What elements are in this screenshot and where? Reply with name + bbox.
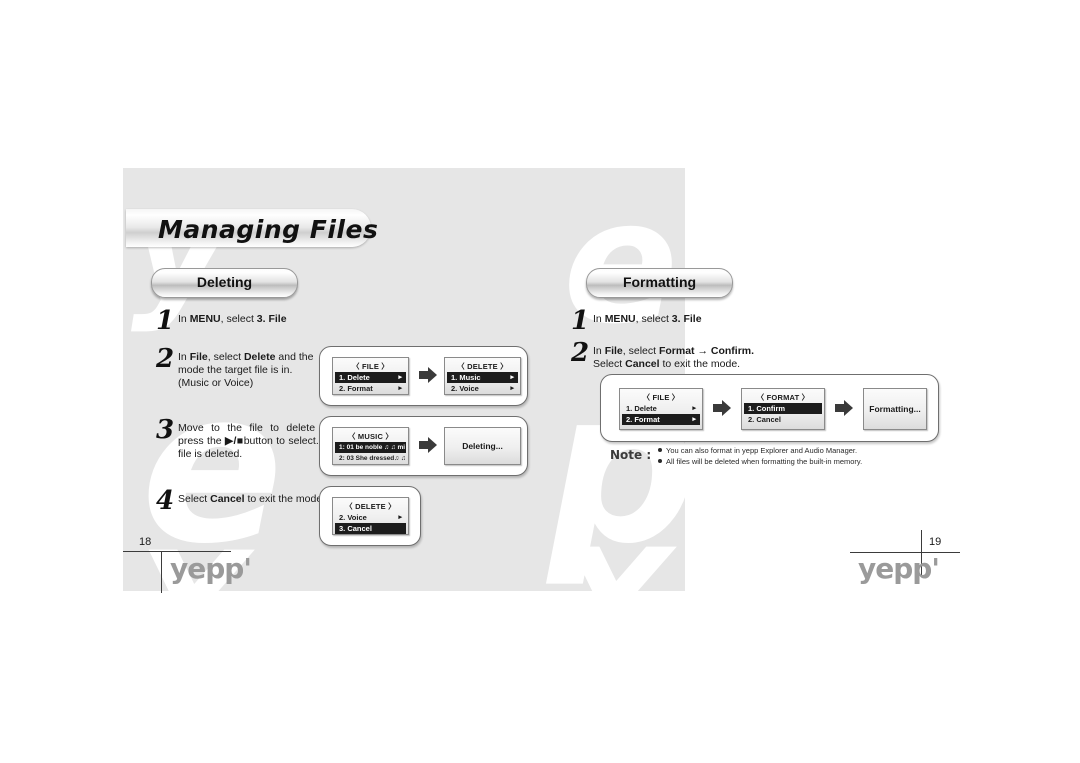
note-item: You can also format in yepp Explorer and… xyxy=(658,445,862,456)
lcd-screen-format: 〈 FORMAT 〉 1. Confirm 2. Cancel xyxy=(741,388,825,430)
lcd-row-label: 1. Music xyxy=(451,373,481,382)
lcd-message: Formatting... xyxy=(869,404,921,414)
lcd-caption: 〈 DELETE 〉 xyxy=(345,502,396,511)
lcd-row: 2. Voice ▸ xyxy=(447,383,518,394)
step-number: 4 xyxy=(156,486,175,516)
lcd-screen-formatting-message: Formatting... xyxy=(863,388,927,430)
step-number: 1 xyxy=(156,306,175,336)
lcd-screen-file: 〈 FILE 〉 1. Delete ▸ 2. Format ▸ xyxy=(619,388,703,430)
footer-rule xyxy=(161,551,162,593)
step-text: In MENU, select 3. File xyxy=(593,313,702,325)
lcd-row-label: 1. Delete xyxy=(626,404,657,413)
lcd-row: 1. Delete ▸ xyxy=(622,403,700,414)
lcd-row-label: 2. Voice xyxy=(451,384,479,393)
chevron-right-icon: ▸ xyxy=(692,416,696,423)
lcd-row: 1. Delete ▸ xyxy=(335,372,406,383)
diagram-delete-cancel: 〈 DELETE 〉 2. Voice ▸ 3. Cancel xyxy=(319,486,421,546)
step-text: In File, select Delete and the mode the … xyxy=(178,351,314,389)
lcd-screen-delete: 〈 DELETE 〉 1. Music ▸ 2. Voice ▸ xyxy=(444,357,521,395)
note-label: Note : xyxy=(610,448,652,462)
lcd-row-label: 2. Format xyxy=(339,384,373,393)
step-text: Select Cancel to exit the mode. xyxy=(178,493,326,505)
lcd-row-label: 1. Delete xyxy=(339,373,370,382)
lcd-caption: 〈 FILE 〉 xyxy=(351,362,390,371)
diagram-format-flow: 〈 FILE 〉 1. Delete ▸ 2. Format ▸ 〈 FORMA… xyxy=(600,374,939,442)
step-number: 1 xyxy=(571,306,590,336)
lcd-row: 2. Format ▸ xyxy=(335,383,406,394)
lcd-screen-delete-cancel: 〈 DELETE 〉 2. Voice ▸ 3. Cancel xyxy=(332,497,409,535)
lcd-row-label: 1. Confirm xyxy=(748,404,786,413)
lcd-row: 2. Format ▸ xyxy=(622,414,700,425)
page-spread-left: y e X Managing Files Deleting 1 In MENU,… xyxy=(123,161,960,683)
brand-logo-right: yepp' xyxy=(858,552,940,585)
lcd-row: 2. Voice ▸ xyxy=(335,512,406,523)
chapter-title-plate: Managing Files xyxy=(126,209,378,247)
brand-logo-left: yepp' xyxy=(170,552,252,585)
diagram-delete-progress: 〈 MUSIC 〉 1: 01 be noble ♫ ♫ mi 2: 03 Sh… xyxy=(319,416,528,476)
step-text: In MENU, select 3. File xyxy=(178,313,287,325)
lcd-caption: 〈 FILE 〉 xyxy=(642,393,680,402)
lcd-caption: 〈 FORMAT 〉 xyxy=(756,393,810,402)
bullet-icon xyxy=(658,459,662,463)
page-title: Managing Files xyxy=(158,215,379,244)
lcd-message: Deleting... xyxy=(462,441,503,451)
lcd-row-label: 2. Voice xyxy=(339,513,367,522)
lcd-row: 1: 01 be noble ♫ ♫ mi xyxy=(335,442,406,453)
chevron-right-icon: ▸ xyxy=(692,405,696,412)
lcd-row-label: 2. Format xyxy=(626,415,660,424)
section-title-label: Deleting xyxy=(196,274,253,290)
lcd-row: 2. Cancel xyxy=(744,414,822,425)
lcd-caption: 〈 MUSIC 〉 xyxy=(347,432,394,441)
step-text: In File, select Format → Confirm. Select… xyxy=(593,345,755,370)
step-text: Move to the file to delete and press the… xyxy=(178,422,341,460)
watermark-letter-x: X xyxy=(555,518,671,692)
note-item: All files will be deleted when formattin… xyxy=(658,456,862,467)
lcd-row: 2: 03 She dressed♫ ♫ xyxy=(335,453,406,464)
diagram-delete-menu: 〈 FILE 〉 1. Delete ▸ 2. Format ▸ 〈 DELET… xyxy=(319,346,528,406)
lcd-row-label: 3. Cancel xyxy=(339,524,372,533)
lcd-row: 3. Cancel xyxy=(335,523,406,534)
lcd-screen-deleting-message: Deleting... xyxy=(444,427,521,465)
page-number-right: 19 xyxy=(929,536,942,548)
watermark-letter-y: y xyxy=(131,161,229,335)
lcd-screen-file: 〈 FILE 〉 1. Delete ▸ 2. Format ▸ xyxy=(332,357,409,395)
page-number-left: 18 xyxy=(139,536,152,548)
lcd-screen-music-list: 〈 MUSIC 〉 1: 01 be noble ♫ ♫ mi 2: 03 Sh… xyxy=(332,427,409,465)
chevron-right-icon: ▸ xyxy=(398,374,402,381)
step-number: 2 xyxy=(571,338,590,368)
step-number: 3 xyxy=(156,415,175,445)
section-title-label: Formatting xyxy=(622,274,697,290)
chevron-right-icon: ▸ xyxy=(510,385,514,392)
lcd-row-label: 2: 03 She dressed♫ ♫ xyxy=(339,455,406,462)
lcd-row: 1. Music ▸ xyxy=(447,372,518,383)
lcd-row: 1. Confirm xyxy=(744,403,822,414)
chevron-right-icon: ▸ xyxy=(398,514,402,521)
chevron-right-icon: ▸ xyxy=(398,385,402,392)
lcd-caption: 〈 DELETE 〉 xyxy=(457,362,508,371)
chevron-right-icon: ▸ xyxy=(510,374,514,381)
section-header-formatting: Formatting xyxy=(586,268,733,298)
lcd-row-label: 2. Cancel xyxy=(748,415,781,424)
bullet-icon xyxy=(658,448,662,452)
watermark-letter-e: e xyxy=(141,345,284,590)
lcd-row-label: 1: 01 be noble ♫ ♫ mi xyxy=(339,444,406,451)
step-number: 2 xyxy=(156,344,175,374)
section-header-deleting: Deleting xyxy=(151,268,298,298)
